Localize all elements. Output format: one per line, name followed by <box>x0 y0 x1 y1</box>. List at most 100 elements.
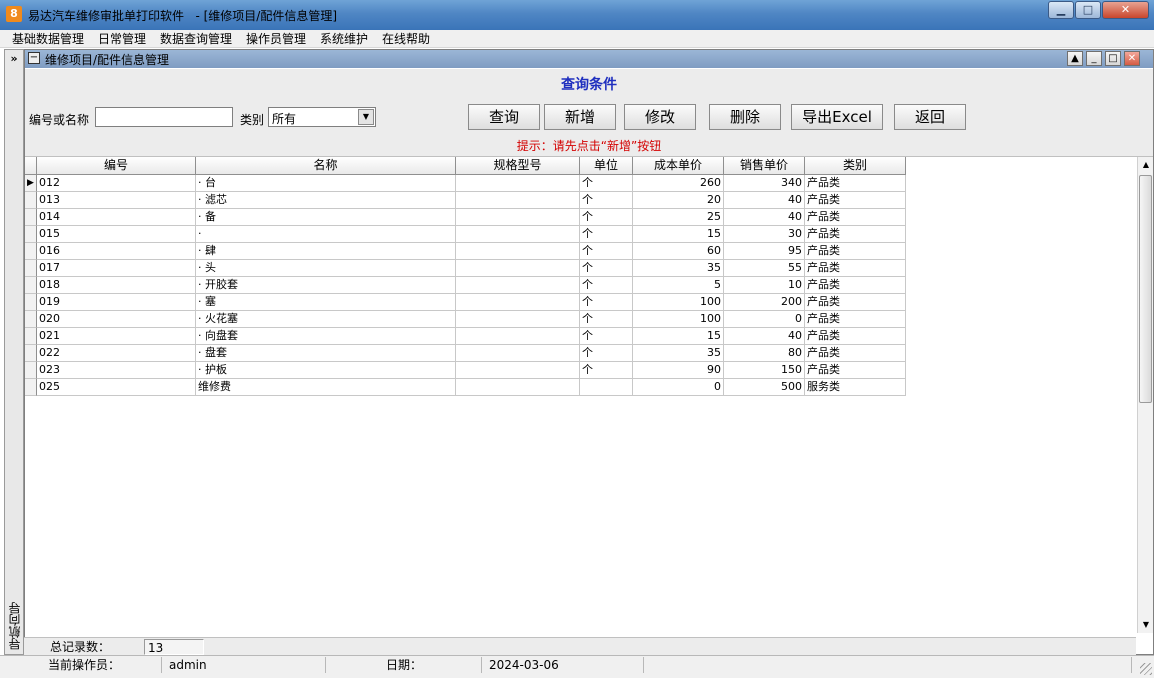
cell-unit[interactable]: 个 <box>580 260 633 277</box>
cell-unit[interactable]: 个 <box>580 277 633 294</box>
cell-name[interactable]: ‧ 向盘套 <box>196 328 456 345</box>
cell-unit[interactable]: 个 <box>580 243 633 260</box>
column-header-cost[interactable]: 成本单价 <box>633 157 724 175</box>
code-name-input[interactable] <box>95 107 233 127</box>
back-button[interactable]: 返回 <box>894 104 966 130</box>
nav-label[interactable]: 导航向导 <box>6 602 22 650</box>
row-selector[interactable] <box>25 311 37 328</box>
child-up-button[interactable]: ▲ <box>1067 51 1083 66</box>
cell-category[interactable]: 产品类 <box>805 192 906 209</box>
category-select[interactable]: 所有 ▼ <box>268 107 376 127</box>
cell-name[interactable]: ‧ 护板 <box>196 362 456 379</box>
cell-cost[interactable]: 100 <box>633 294 724 311</box>
cell-cost[interactable]: 60 <box>633 243 724 260</box>
cell-name[interactable]: ‧ 盘套 <box>196 345 456 362</box>
cell-category[interactable]: 产品类 <box>805 311 906 328</box>
cell-spec[interactable] <box>456 226 580 243</box>
cell-price[interactable]: 500 <box>724 379 805 396</box>
column-header-code[interactable]: 编号 <box>37 157 196 175</box>
menu-basic-data[interactable]: 基础数据管理 <box>10 31 86 47</box>
cell-spec[interactable] <box>456 362 580 379</box>
cell-unit[interactable]: 个 <box>580 192 633 209</box>
cell-name[interactable]: ‧ <box>196 226 456 243</box>
cell-name[interactable]: ‧ 头 <box>196 260 456 277</box>
cell-code[interactable]: 015 <box>37 226 196 243</box>
column-header-price[interactable]: 销售单价 <box>724 157 805 175</box>
row-selector[interactable] <box>25 328 37 345</box>
cell-cost[interactable]: 0 <box>633 379 724 396</box>
row-selector[interactable] <box>25 260 37 277</box>
cell-unit[interactable]: 个 <box>580 294 633 311</box>
cell-code[interactable]: 013 <box>37 192 196 209</box>
cell-cost[interactable]: 260 <box>633 175 724 192</box>
scroll-thumb[interactable] <box>1139 175 1152 403</box>
column-header-spec[interactable]: 规格型号 <box>456 157 580 175</box>
resize-grip-icon[interactable] <box>1140 663 1152 675</box>
cell-unit[interactable]: 个 <box>580 175 633 192</box>
menu-system[interactable]: 系统维护 <box>318 31 370 47</box>
close-button[interactable]: ✕ <box>1102 1 1149 19</box>
cell-spec[interactable] <box>456 243 580 260</box>
cell-code[interactable]: 020 <box>37 311 196 328</box>
cell-price[interactable]: 40 <box>724 209 805 226</box>
column-header-name[interactable]: 名称 <box>196 157 456 175</box>
row-selector[interactable]: ▶ <box>25 175 37 192</box>
cell-code[interactable]: 018 <box>37 277 196 294</box>
cell-cost[interactable]: 35 <box>633 260 724 277</box>
cell-price[interactable]: 55 <box>724 260 805 277</box>
cell-unit[interactable]: 个 <box>580 226 633 243</box>
cell-name[interactable]: ‧ 备 <box>196 209 456 226</box>
cell-unit[interactable]: 个 <box>580 209 633 226</box>
cell-unit[interactable]: 个 <box>580 345 633 362</box>
cell-code[interactable]: 017 <box>37 260 196 277</box>
edit-button[interactable]: 修改 <box>624 104 696 130</box>
add-button[interactable]: 新增 <box>544 104 616 130</box>
cell-spec[interactable] <box>456 260 580 277</box>
cell-price[interactable]: 40 <box>724 328 805 345</box>
cell-spec[interactable] <box>456 328 580 345</box>
row-selector[interactable] <box>25 209 37 226</box>
cell-code[interactable]: 023 <box>37 362 196 379</box>
cell-unit[interactable]: 个 <box>580 311 633 328</box>
row-selector[interactable] <box>25 277 37 294</box>
cell-spec[interactable] <box>456 277 580 294</box>
cell-name[interactable]: ‧ 塞 <box>196 294 456 311</box>
cell-name[interactable]: 维修费 <box>196 379 456 396</box>
cell-category[interactable]: 产品类 <box>805 260 906 277</box>
cell-cost[interactable]: 100 <box>633 311 724 328</box>
cell-code[interactable]: 021 <box>37 328 196 345</box>
column-header-category[interactable]: 类别 <box>805 157 906 175</box>
vertical-scrollbar[interactable]: ▲ ▼ <box>1137 157 1153 633</box>
cell-spec[interactable] <box>456 311 580 328</box>
row-selector[interactable] <box>25 226 37 243</box>
cell-category[interactable]: 服务类 <box>805 379 906 396</box>
cell-price[interactable]: 200 <box>724 294 805 311</box>
cell-category[interactable]: 产品类 <box>805 243 906 260</box>
cell-cost[interactable]: 5 <box>633 277 724 294</box>
cell-category[interactable]: 产品类 <box>805 345 906 362</box>
scroll-down-icon[interactable]: ▼ <box>1138 617 1154 633</box>
minimize-button[interactable]: ▁ <box>1048 1 1074 19</box>
row-selector[interactable] <box>25 362 37 379</box>
menu-help[interactable]: 在线帮助 <box>380 31 432 47</box>
cell-cost[interactable]: 15 <box>633 226 724 243</box>
cell-name[interactable]: ‧ 火花塞 <box>196 311 456 328</box>
cell-name[interactable]: ‧ 滤芯 <box>196 192 456 209</box>
data-grid[interactable]: 编号 名称 规格型号 单位 成本单价 销售单价 类别 ▶ 012 ‧ 台个 260 34… <box>25 157 1137 633</box>
cell-code[interactable]: 016 <box>37 243 196 260</box>
cell-spec[interactable] <box>456 345 580 362</box>
cell-category[interactable]: 产品类 <box>805 209 906 226</box>
menu-query[interactable]: 数据查询管理 <box>158 31 234 47</box>
row-selector[interactable] <box>25 243 37 260</box>
delete-button[interactable]: 删除 <box>709 104 781 130</box>
cell-price[interactable]: 10 <box>724 277 805 294</box>
cell-unit[interactable]: 个 <box>580 328 633 345</box>
child-system-icon[interactable]: − <box>28 52 40 64</box>
cell-category[interactable]: 产品类 <box>805 277 906 294</box>
cell-cost[interactable]: 35 <box>633 345 724 362</box>
cell-spec[interactable] <box>456 192 580 209</box>
menu-daily[interactable]: 日常管理 <box>96 31 148 47</box>
maximize-button[interactable]: □ <box>1075 1 1101 19</box>
cell-code[interactable]: 012 <box>37 175 196 192</box>
cell-category[interactable]: 产品类 <box>805 226 906 243</box>
